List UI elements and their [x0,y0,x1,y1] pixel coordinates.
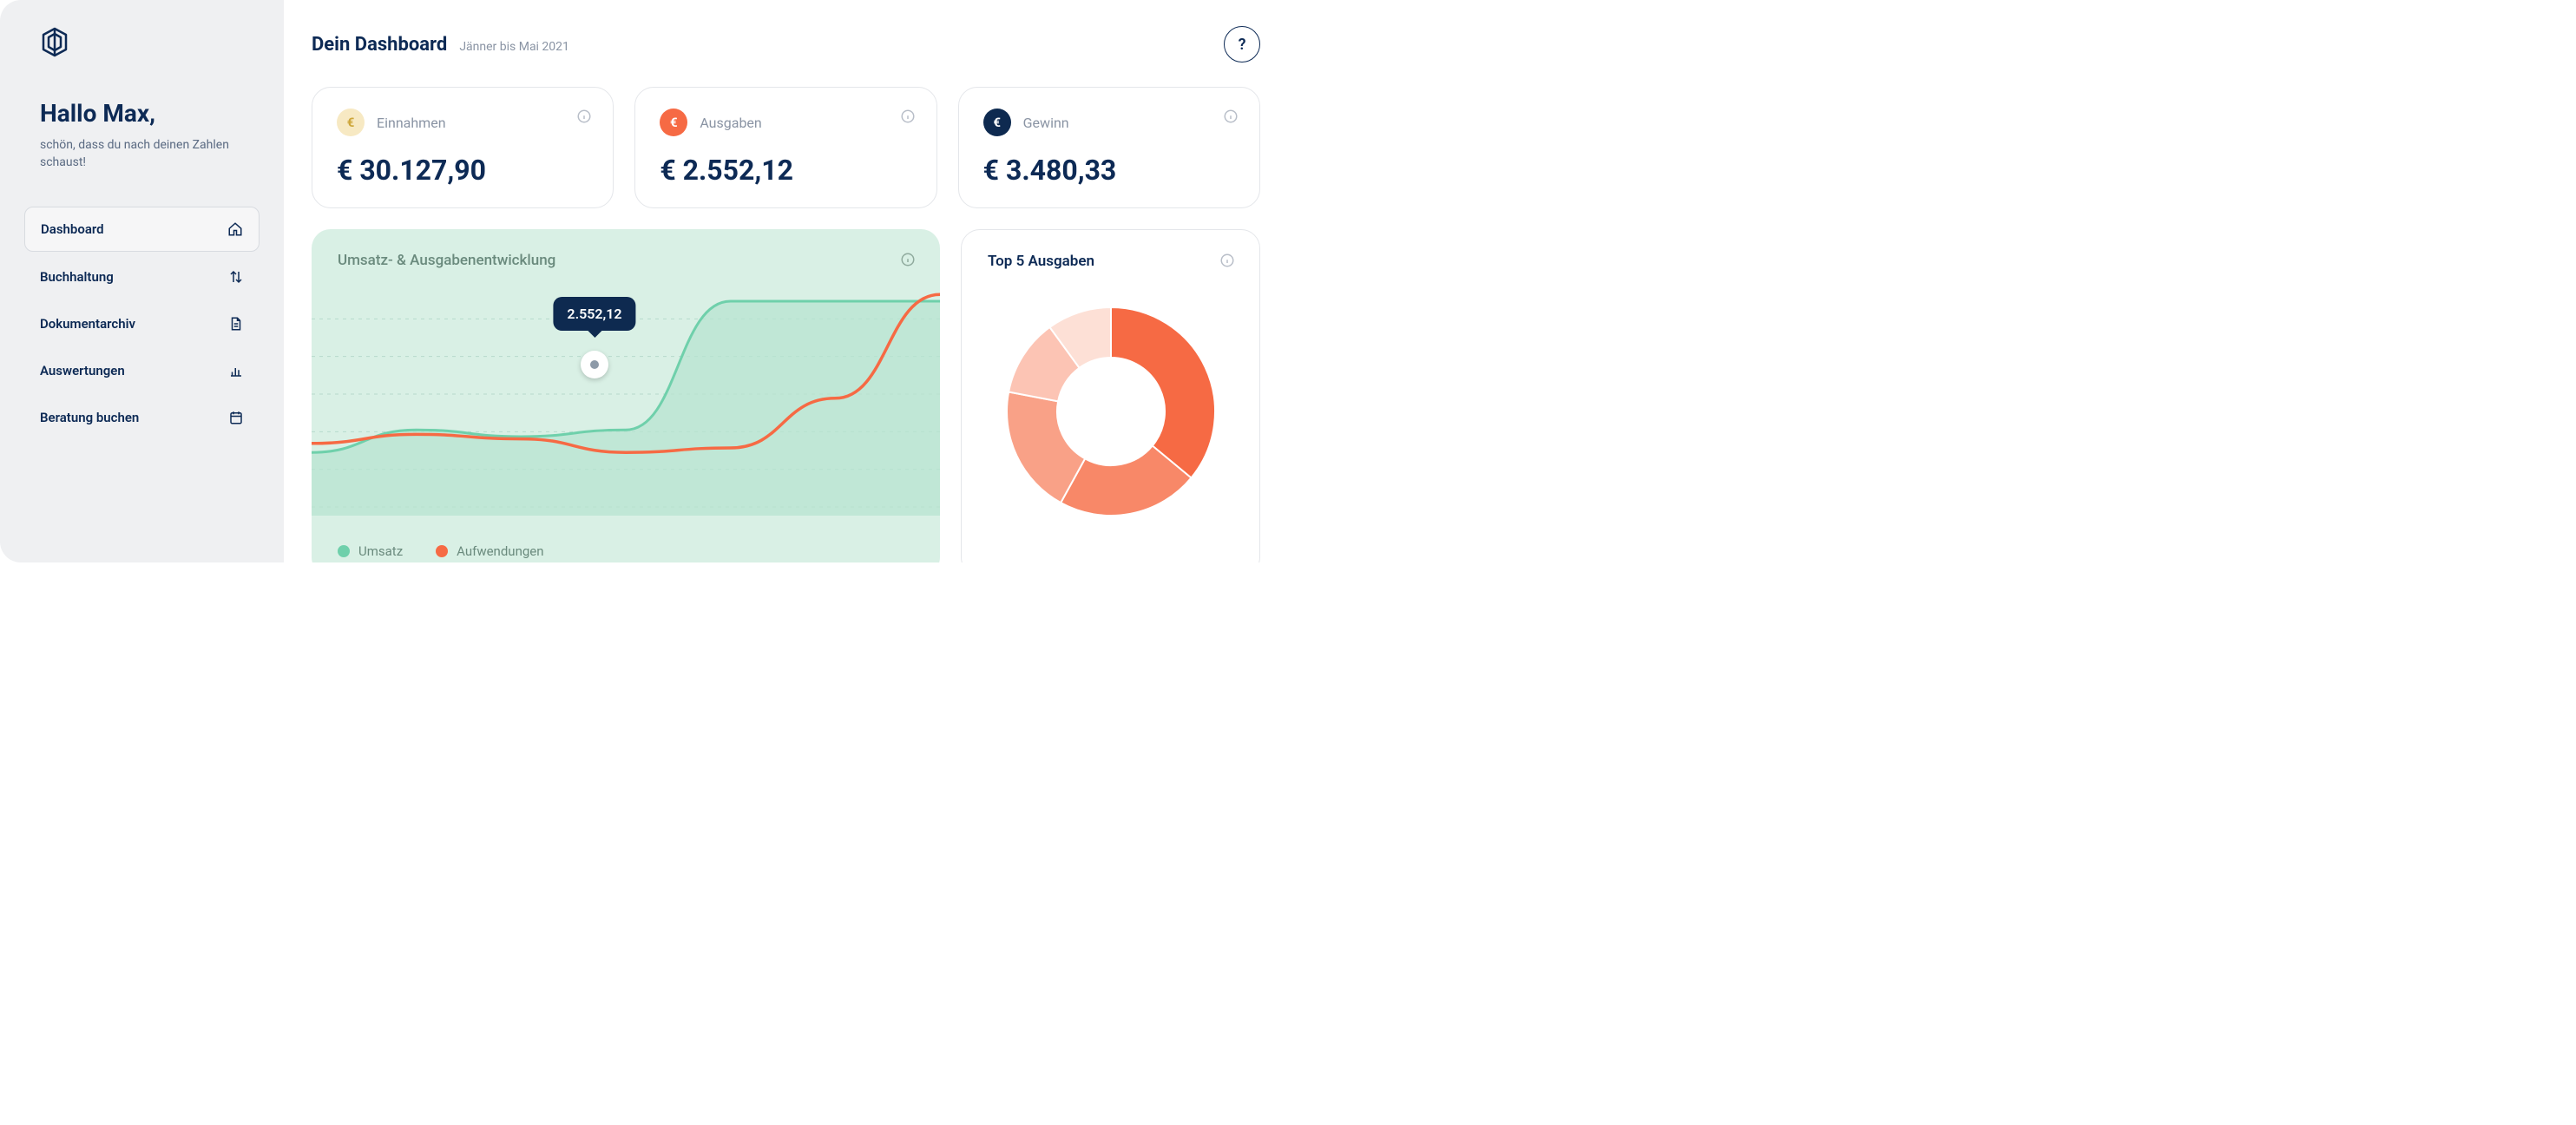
page-subtitle: Jänner bis Mai 2021 [459,40,569,54]
info-icon[interactable] [900,109,916,124]
legend-aufwendungen: Aufwendungen [436,543,543,559]
legend-umsatz: Umsatz [338,543,403,559]
info-icon[interactable] [576,109,592,124]
kpi-cards: € Einnahmen € 30.127,90 € Ausgaben € 2.5… [312,87,1260,208]
card-value: € 3.480,33 [983,154,1235,187]
donut-chart [988,270,1233,553]
info-icon[interactable] [1223,109,1239,124]
legend-label: Aufwendungen [457,543,543,559]
legend-dot-icon [338,545,350,557]
euro-icon: € [983,109,1011,136]
sidebar-item-label: Dokumentarchiv [40,316,228,332]
card-label: Gewinn [1023,115,1069,131]
sidebar-item-label: Beratung buchen [40,410,228,425]
donut-title: Top 5 Ausgaben [988,253,1233,270]
page-title: Dein Dashboard [312,34,447,56]
logo [40,26,260,64]
sidebar-item-dashboard[interactable]: Dashboard [24,207,260,252]
card-label: Ausgaben [700,115,761,131]
sidebar-item-beratung[interactable]: Beratung buchen [24,396,260,439]
chart-legend: Umsatz Aufwendungen [338,543,544,559]
top5-ausgaben-card: Top 5 Ausgaben [961,229,1260,562]
chart-tooltip: 2.552,12 [553,297,635,331]
help-button[interactable]: ? [1224,26,1260,62]
legend-label: Umsatz [358,543,403,559]
sidebar-item-label: Auswertungen [40,363,228,378]
calendar-icon [228,410,244,425]
card-label: Einnahmen [377,115,446,131]
bar-chart-icon [228,363,244,378]
card-value: € 2.552,12 [660,154,911,187]
greeting: Hallo Max, schön, dass du nach deinen Za… [40,99,260,172]
sidebar-item-auswertungen[interactable]: Auswertungen [24,349,260,392]
greeting-subtitle: schön, dass du nach deinen Zahlen schaus… [40,136,260,172]
sidebar-item-dokumentarchiv[interactable]: Dokumentarchiv [24,302,260,345]
sidebar: Hallo Max, schön, dass du nach deinen Za… [0,0,284,562]
card-gewinn: € Gewinn € 3.480,33 [958,87,1260,208]
logo-icon [40,26,69,61]
header: Dein Dashboard Jänner bis Mai 2021 ? [312,26,1260,62]
card-ausgaben: € Ausgaben € 2.552,12 [634,87,936,208]
sidebar-nav: Dashboard Buchhaltung Dokumentarchiv Aus… [24,207,260,439]
greeting-title: Hallo Max, [40,99,260,128]
euro-icon: € [660,109,687,136]
home-icon [227,221,243,237]
sidebar-item-buchhaltung[interactable]: Buchhaltung [24,255,260,299]
euro-icon: € [337,109,365,136]
main-content: Dein Dashboard Jänner bis Mai 2021 ? € E… [284,0,1288,562]
panels: Umsatz- & Ausgabenentwicklung 2.552,12 U… [312,229,1260,562]
umsatz-chart-card: Umsatz- & Ausgabenentwicklung 2.552,12 U… [312,229,940,562]
help-icon: ? [1239,36,1246,54]
sidebar-item-label: Dashboard [41,221,227,237]
card-value: € 30.127,90 [337,154,588,187]
card-einnahmen: € Einnahmen € 30.127,90 [312,87,614,208]
document-icon [228,316,244,332]
chart-title: Umsatz- & Ausgabenentwicklung [338,252,914,269]
legend-dot-icon [436,545,448,557]
info-icon[interactable] [1219,253,1235,268]
arrows-up-down-icon [228,269,244,285]
chart-marker [581,351,608,378]
sidebar-item-label: Buchhaltung [40,269,228,285]
info-icon[interactable] [900,252,916,267]
